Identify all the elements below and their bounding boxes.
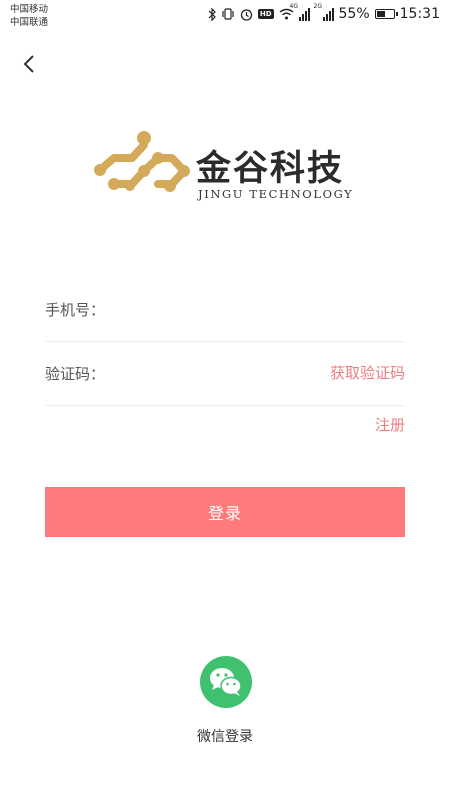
carrier-info: 中国移动 中国联通 xyxy=(10,3,48,29)
clock: 15:31 xyxy=(399,6,440,22)
battery-level-fill xyxy=(376,11,385,17)
wifi-icon xyxy=(279,8,294,20)
get-code-button[interactable]: 获取验证码 xyxy=(330,362,405,383)
chevron-left-icon xyxy=(23,55,34,73)
back-button[interactable] xyxy=(18,50,42,78)
logo-subtitle: JINGU TECHNOLOGY xyxy=(198,187,354,201)
wechat-login-button[interactable] xyxy=(200,656,252,708)
battery-percent: 55% xyxy=(338,6,370,22)
carrier-2: 中国联通 xyxy=(10,17,49,28)
signal-icon: 4G xyxy=(290,3,310,21)
network-4g-label: 4G xyxy=(289,2,298,10)
logo-title: 金谷科技 xyxy=(196,149,345,189)
signal-icon: 2G xyxy=(314,3,334,21)
code-row: 验证码： 获取验证码 xyxy=(45,341,405,406)
vibrate-icon xyxy=(221,8,235,20)
status-bar: 中国移动 中国联通 HD 4G 2G 55% 15:31 xyxy=(0,0,450,32)
wechat-icon xyxy=(210,668,242,696)
logo-mark-icon xyxy=(94,131,190,192)
phone-label: 手机号： xyxy=(45,301,106,319)
network-2g-label: 2G xyxy=(313,2,322,10)
bluetooth-icon xyxy=(208,7,216,21)
carrier-1: 中国移动 xyxy=(10,4,49,15)
phone-input[interactable] xyxy=(115,293,319,325)
code-label: 验证码： xyxy=(45,365,106,383)
phone-row: 手机号： xyxy=(45,277,405,342)
battery-icon xyxy=(374,9,398,19)
status-icons: HD 4G 2G 55% 15:31 xyxy=(208,3,440,22)
company-logo: 金谷科技 JINGU TECHNOLOGY xyxy=(92,128,362,208)
verification-code-input[interactable] xyxy=(115,357,319,389)
login-button[interactable]: 登录 xyxy=(45,487,405,537)
hd-icon: HD xyxy=(257,9,274,19)
alarm-icon xyxy=(240,8,253,21)
wechat-login-label: 微信登录 xyxy=(197,729,253,745)
register-link[interactable]: 注册 xyxy=(375,414,405,435)
